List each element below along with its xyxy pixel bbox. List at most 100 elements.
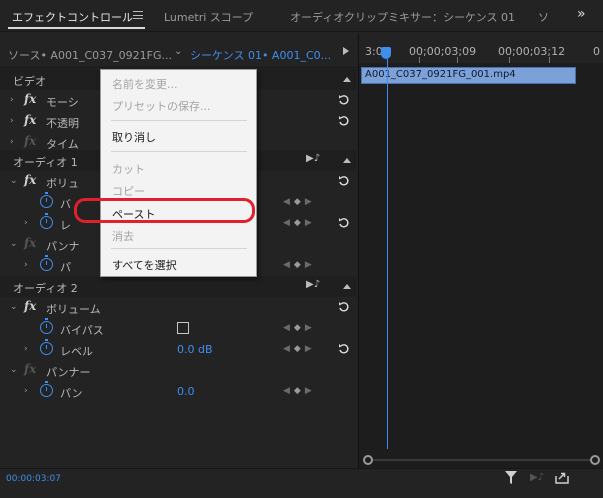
level-value[interactable]: 0.0 dB [177, 343, 213, 356]
chevron-double-right-icon[interactable]: » [577, 6, 586, 22]
scrollbar-left-handle[interactable] [363, 455, 373, 465]
play-audio-icon[interactable]: ▶♪ [306, 279, 320, 290]
scrollbar-right-handle[interactable] [590, 455, 600, 465]
fx-icon: fx [24, 362, 37, 376]
stopwatch-icon[interactable] [40, 381, 53, 397]
export-icon[interactable] [555, 471, 569, 484]
menu-item-label: コピー [112, 185, 145, 198]
playhead-handle[interactable] [381, 47, 391, 59]
keyframe-nav[interactable]: ◀◆▶ [283, 197, 316, 207]
reset-icon[interactable] [338, 115, 350, 127]
param-name-level-2: レベル [60, 345, 93, 358]
expand-caret-icon[interactable]: › [10, 95, 14, 105]
expand-caret-icon[interactable]: › [24, 260, 28, 270]
reset-icon[interactable] [338, 175, 350, 187]
collapse-up-icon[interactable] [343, 284, 351, 289]
expand-caret-icon[interactable]: ⌄ [10, 365, 18, 375]
keyframe-nav[interactable]: ◀◆▶ [283, 323, 316, 333]
expand-caret-icon[interactable]: ⌄ [10, 239, 18, 249]
audio2-section-header: オーディオ 2 ▶♪ [0, 276, 357, 297]
keyframe-nav[interactable]: ◀◆▶ [283, 260, 316, 270]
play-audio-icon[interactable]: ▶♪ [530, 472, 544, 483]
menu-item-clear: 消去 [101, 225, 256, 245]
pan-value[interactable]: 0.0 [177, 385, 195, 398]
fx-icon[interactable]: fx [24, 92, 36, 106]
param-name-bypass: バ [60, 198, 71, 211]
ruler-timecode: 0 [593, 45, 600, 58]
ruler-tick [509, 57, 510, 63]
param-name-level: レ [60, 219, 71, 232]
effect-name-panner: パンナ [46, 240, 80, 253]
active-tab-underline [8, 27, 145, 29]
expand-caret-icon[interactable]: › [24, 218, 28, 228]
param-row-level-2[interactable]: › レベル 0.0 dB ◀◆▶ [0, 339, 357, 360]
play-audio-icon[interactable]: ▶♪ [306, 153, 320, 164]
timeline-scrollbar[interactable] [363, 455, 600, 465]
tab-effect-controls[interactable]: エフェクトコントロール [12, 9, 133, 25]
fx-icon[interactable]: fx [24, 173, 36, 187]
keyframe-nav[interactable]: ◀◆▶ [283, 218, 316, 228]
filter-icon[interactable] [505, 471, 517, 485]
status-bar: 00:00:03:07 ▶♪ [0, 468, 603, 498]
stopwatch-icon[interactable] [40, 318, 53, 334]
audio2-header-label: オーディオ 2 [13, 282, 78, 295]
expand-caret-icon[interactable]: › [10, 137, 14, 147]
menu-separator [111, 151, 247, 152]
time-ruler[interactable]: 3:06 00;00;03;09 00;00;03;12 0 [359, 33, 603, 63]
reset-icon[interactable] [338, 301, 350, 313]
expand-caret-icon[interactable]: › [24, 386, 28, 396]
effect-name-opacity: 不透明 [46, 117, 79, 130]
scrollbar-track[interactable] [369, 459, 595, 461]
stopwatch-icon[interactable] [40, 213, 53, 229]
audio1-header-label: オーディオ 1 [13, 156, 78, 169]
menu-item-undo[interactable]: 取り消し [101, 126, 256, 146]
source-clip-label[interactable]: ソース• A001_C037_0921FG... [8, 47, 172, 63]
collapse-up-icon[interactable] [343, 77, 351, 82]
effect-name-motion: モーシ [46, 96, 79, 109]
tab-audio-clip-mixer[interactable]: オーディオクリップミキサー：シーケンス 01 [290, 9, 515, 25]
stopwatch-icon[interactable] [40, 339, 53, 355]
menu-item-label: 名前を変更... [112, 78, 178, 91]
effect-name-volume-2: ボリューム [46, 303, 101, 316]
menu-item-label: 消去 [112, 230, 134, 243]
stopwatch-icon[interactable] [40, 192, 53, 208]
ruler-tick [549, 57, 550, 63]
chevron-down-icon[interactable]: ⌄ [174, 46, 182, 57]
expand-caret-icon[interactable]: ⌄ [10, 302, 18, 312]
effect-row-panner-2[interactable]: ⌄ fx パンナー [0, 360, 357, 381]
current-timecode[interactable]: 00:00:03:07 [6, 474, 61, 484]
playhead-line[interactable] [387, 59, 388, 449]
tab-lumetri-scopes[interactable]: Lumetri スコープ [164, 9, 253, 25]
stopwatch-icon[interactable] [40, 255, 53, 271]
param-name-pan-2: パン [60, 387, 83, 400]
play-triangle-icon[interactable] [343, 47, 349, 55]
sequence-clip-label[interactable]: シーケンス 01• A001_C0... [190, 47, 331, 63]
menu-item-select-all[interactable]: すべてを選択 [101, 254, 256, 274]
param-row-pan-2[interactable]: › パン 0.0 ◀◆▶ [0, 381, 357, 402]
reset-icon[interactable] [338, 94, 350, 106]
reset-icon[interactable] [338, 217, 350, 229]
ruler-tick [419, 57, 420, 63]
keyframe-nav[interactable]: ◀◆▶ [283, 344, 316, 354]
expand-caret-icon[interactable]: › [24, 344, 28, 354]
reset-icon[interactable] [338, 343, 350, 355]
menu-separator [111, 248, 247, 249]
fx-icon[interactable]: fx [24, 113, 36, 127]
panel-menu-icon[interactable] [133, 11, 143, 19]
param-name-bypass-2: バイパス [60, 324, 104, 337]
fx-icon[interactable]: fx [24, 299, 36, 313]
expand-caret-icon[interactable]: ⌄ [10, 176, 18, 186]
bypass-checkbox[interactable] [177, 322, 189, 334]
expand-caret-icon[interactable]: › [10, 116, 14, 126]
collapse-up-icon[interactable] [343, 158, 351, 163]
effect-name-volume: ボリュ [46, 177, 79, 190]
param-row-bypass-2[interactable]: バイパス ◀◆▶ [0, 318, 357, 339]
video-header-label: ビデオ [13, 75, 46, 88]
fx-icon: fx [24, 236, 37, 250]
effect-row-volume-2[interactable]: ⌄ fx ボリューム [0, 297, 357, 318]
highlight-ring [74, 198, 255, 223]
tab-overflow-source[interactable]: ソ [538, 9, 549, 25]
menu-item-rename: 名前を変更... [101, 73, 256, 93]
timeline-clip[interactable]: A001_C037_0921FG_001.mp4 [361, 67, 576, 84]
keyframe-nav[interactable]: ◀◆▶ [283, 386, 316, 396]
